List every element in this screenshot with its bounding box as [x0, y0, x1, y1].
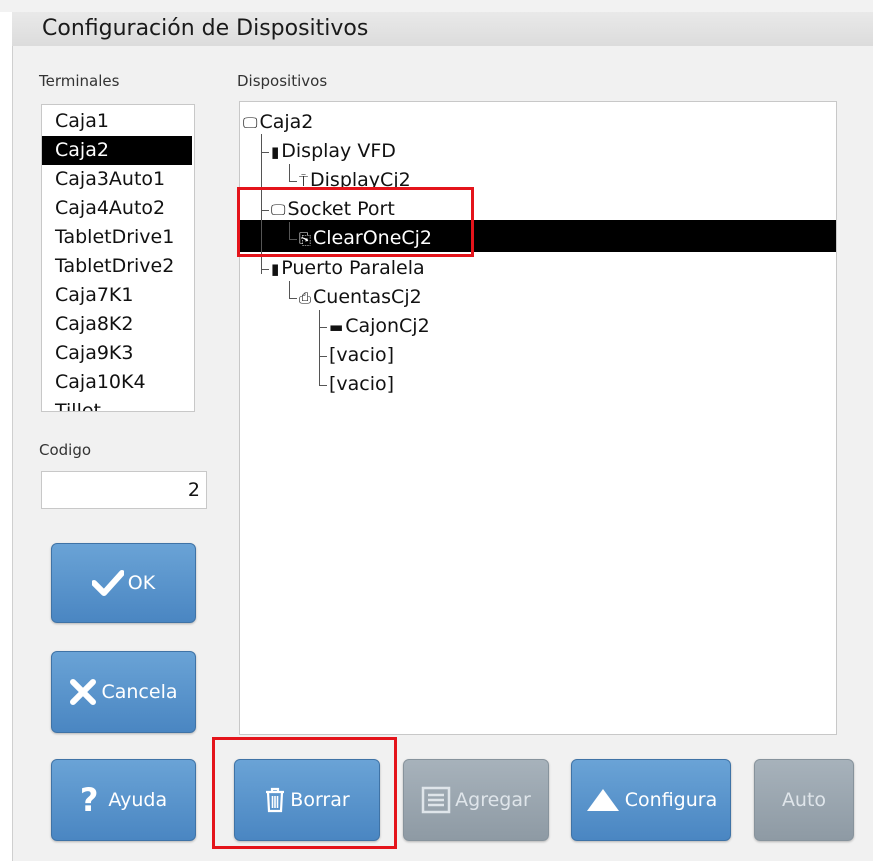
tree-connector	[289, 181, 297, 182]
highlight-box	[237, 187, 474, 257]
monitor-icon: 🖵	[243, 114, 258, 132]
terminals-label: Terminales	[39, 72, 120, 90]
tree-connector	[319, 356, 327, 357]
list-item[interactable]: Caja4Auto2	[42, 194, 192, 223]
auto-button[interactable]: Auto	[754, 759, 854, 841]
list-icon	[421, 786, 451, 814]
tree-connector	[261, 152, 269, 153]
check-icon	[91, 570, 124, 596]
tree-connector	[319, 310, 320, 386]
tree-connector	[319, 385, 327, 386]
list-item[interactable]: Caja8K2	[42, 310, 192, 339]
tree-node[interactable]: ⎙ CuentasCj2	[299, 283, 422, 312]
tree-node[interactable]: ▮ Puerto Paralela	[271, 254, 425, 283]
list-item-selected[interactable]: Caja2	[42, 136, 192, 165]
triangle-up-icon	[585, 787, 621, 813]
list-item[interactable]: Tillet	[42, 397, 192, 411]
question-icon: ?	[79, 781, 99, 819]
tree-connector	[289, 281, 290, 298]
list-item[interactable]: Caja10K4	[42, 368, 192, 397]
codigo-label: Codigo	[39, 441, 92, 459]
devices-label: Dispositivos	[237, 72, 328, 90]
tree-connector	[261, 269, 269, 270]
codigo-field[interactable]: 2	[41, 471, 207, 509]
delete-button[interactable]: Borrar	[234, 759, 380, 841]
cancel-button[interactable]: Cancela	[51, 651, 196, 733]
tree-connector	[289, 298, 297, 299]
add-button[interactable]: Agregar	[403, 759, 549, 841]
port-icon: ▮	[271, 143, 280, 161]
close-icon	[69, 678, 97, 706]
top-cropped-strip	[0, 0, 873, 12]
ok-button[interactable]: OK	[51, 543, 196, 623]
tree-node[interactable]: ▮ Display VFD	[271, 137, 396, 166]
terminals-list[interactable]: Caja1 Caja2 Caja3Auto1 Caja4Auto2 Tablet…	[41, 104, 195, 412]
port-icon: ▮	[271, 260, 280, 278]
list-item[interactable]: TabletDrive2	[42, 252, 192, 281]
printer-icon: ⎙	[299, 289, 312, 307]
list-item[interactable]: Caja9K3	[42, 339, 192, 368]
tree-connector	[289, 164, 290, 181]
list-item[interactable]: TabletDrive1	[42, 223, 192, 252]
tree-connector	[319, 327, 327, 328]
window-title: Configuración de Dispositivos	[42, 16, 369, 41]
tree-node[interactable]: [vacio]	[329, 341, 394, 370]
list-item[interactable]: Caja3Auto1	[42, 165, 192, 194]
cash-drawer-icon: ▬	[329, 318, 344, 336]
tree-node[interactable]: [vacio]	[329, 370, 394, 399]
title-bar: Configuración de Dispositivos	[12, 12, 873, 47]
list-item[interactable]: Caja7K1	[42, 281, 192, 310]
trash-icon	[264, 787, 286, 813]
tree-node[interactable]: 🖵 Caja2	[243, 108, 313, 137]
help-button[interactable]: ? Ayuda	[51, 759, 196, 841]
configure-button[interactable]: Configura	[571, 759, 731, 841]
list-item[interactable]: Caja1	[42, 107, 192, 136]
tree-node[interactable]: ▬ CajonCj2	[329, 312, 430, 341]
